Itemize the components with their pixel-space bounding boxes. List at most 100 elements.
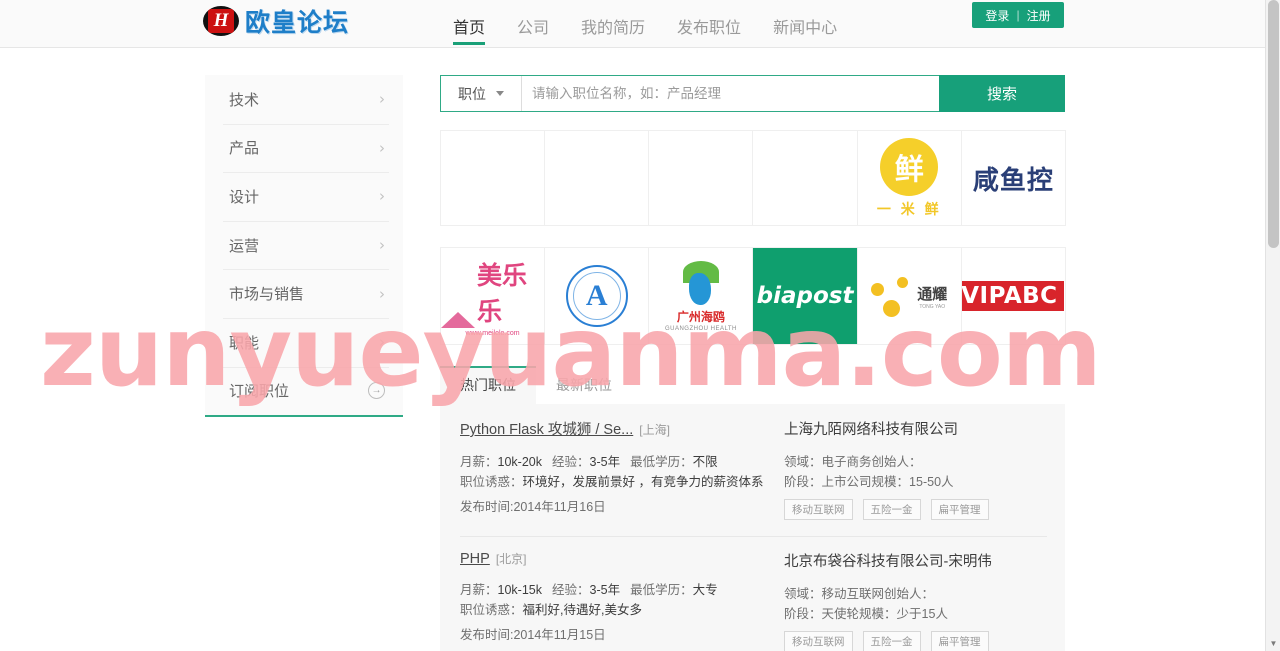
edu-key: 最低学历： (630, 455, 693, 469)
exp-value: 3-5年 (589, 455, 621, 469)
sidebar-item-label: 订阅职位 (229, 383, 290, 401)
sidebar-item-technology[interactable]: 技术 › (205, 75, 403, 124)
size-value: 15-50人 (909, 475, 954, 489)
nav-item-my-resume[interactable]: 我的简历 (565, 0, 661, 48)
logo-cell-xianyukong[interactable]: 咸鱼控 (960, 130, 1066, 226)
sidebar-item-marketing-sales[interactable]: 市场与销售 › (205, 269, 403, 318)
nav-item-home[interactable]: 首页 (437, 0, 501, 48)
tongyao-label-en: TONG YAO (919, 303, 946, 310)
edu-key: 最低学历： (630, 583, 693, 597)
job-post-date: 发布时间:2014年11月15日 (460, 628, 606, 642)
logo-cell-empty-2[interactable] (544, 130, 650, 226)
stage-key: 阶段： (784, 607, 822, 621)
chevron-right-icon: › (379, 236, 385, 255)
search-bar: 职位 搜索 (440, 75, 1065, 112)
tab-latest-jobs[interactable]: 最新职位 (536, 366, 632, 404)
exp-value: 3-5年 (589, 583, 621, 597)
logo-cell-yimixian[interactable]: 鲜 一 米 鲜 (856, 130, 962, 226)
sidebar-item-product[interactable]: 产品 › (205, 123, 403, 173)
chevron-right-icon: › (379, 333, 385, 352)
partner-logo-grid-row1: 鲜 一 米 鲜 咸鱼控 (440, 130, 1066, 226)
logo-cell-circle-a[interactable]: A (544, 247, 650, 345)
tongyao-label: 通耀 (917, 285, 948, 303)
sidebar-item-label: 运营 (229, 237, 260, 255)
field-value: 移动互联网 (821, 587, 885, 601)
job-salary-line: 月薪：10k-15k 经验：3-5年 最低学历：大专 职位诱惑：福利好,待遇好,美女… (460, 580, 774, 620)
size-key: 规模： (871, 475, 910, 489)
chevron-right-icon: › (379, 284, 385, 303)
field-key: 领域： (784, 587, 822, 601)
job-perk-line: 职位诱惑：福利好,待遇好,美女多 (460, 600, 774, 620)
logo-cell-biapost[interactable]: biapost (752, 247, 858, 345)
sidebar-item-label: 市场与销售 (229, 286, 305, 304)
logo-cell-meilele[interactable]: 美乐乐 www.meilele.com (440, 247, 546, 345)
company-name-link[interactable]: 北京布袋谷科技有限公司-宋明伟 (784, 550, 1047, 571)
category-sidebar: 技术 › 产品 › 设计 › 运营 › 市场与销售 › 职能 › 订阅职位 → (205, 75, 403, 418)
scrollbar-thumb[interactable] (1268, 0, 1279, 248)
search-button[interactable]: 搜索 (939, 75, 1065, 112)
job-city: [上海] (639, 423, 670, 437)
founder-key: 创始人： (884, 587, 935, 601)
site-logo[interactable]: H 欧皇论坛 (203, 3, 349, 39)
company-tags: 移动互联网 五险一金 扁平管理 (784, 631, 1047, 651)
auth-buttons[interactable]: 登录 | 注册 (972, 2, 1064, 28)
perk-key: 职位诱惑： (460, 603, 523, 617)
job-perk-line: 职位诱惑：环境好，发展前景好 ，有竞争力的薪资体系 (460, 472, 774, 492)
founder-key: 创始人： (871, 455, 922, 469)
bird-icon (677, 260, 725, 307)
logo-cell-guangzhou-health[interactable]: 广州海鸥 GUANGZHOU HEALTH (648, 247, 754, 345)
job-title-link[interactable]: PHP (460, 551, 490, 567)
perk-value: 环境好，发展前景好 ，有竞争力的薪资体系 (522, 475, 764, 489)
edu-value: 大专 (692, 583, 718, 597)
company-tag: 五险一金 (862, 631, 921, 651)
tab-hot-jobs[interactable]: 热门职位 (440, 366, 536, 404)
logo-cell-empty-3[interactable] (648, 130, 754, 226)
logo-cell-tongyao[interactable]: 通耀 TONG YAO (856, 247, 962, 345)
yimixian-label: 一 米 鲜 (876, 200, 942, 217)
arrow-right-circle-icon: → (368, 382, 385, 400)
field-key: 领域： (784, 455, 822, 469)
nav-item-news-center[interactable]: 新闻中心 (757, 0, 853, 48)
company-stage-line: 阶段：上市公司规模：15-50人 (784, 472, 1047, 492)
job-post-date: 发布时间:2014年11月16日 (460, 500, 606, 514)
job-title-link[interactable]: Python Flask 攻城狮 / Se... (460, 418, 633, 439)
job-row[interactable]: Python Flask 攻城狮 / Se... [上海] 月薪：10k-20k… (440, 404, 1065, 536)
health-label-en: GUANGZHOU HEALTH (664, 325, 737, 332)
page-scrollbar[interactable]: ▲ ▼ (1265, 0, 1280, 651)
sidebar-item-label: 设计 (229, 188, 260, 206)
sidebar-item-label: 技术 (229, 91, 260, 109)
sidebar-item-functions[interactable]: 职能 › (205, 317, 403, 367)
nav-item-post-job[interactable]: 发布职位 (661, 0, 757, 48)
exp-key: 经验： (552, 583, 590, 597)
company-tag: 移动互联网 (784, 631, 853, 651)
scroll-down-arrow-icon[interactable]: ▼ (1266, 636, 1280, 651)
logo-cell-empty-4[interactable] (752, 130, 858, 226)
search-input[interactable] (522, 76, 939, 111)
company-stage-line: 阶段：天使轮规模：少于15人 (784, 604, 1047, 624)
edu-value: 不限 (692, 455, 718, 469)
logo-cell-vipabc[interactable]: VIPABC .com (960, 247, 1066, 345)
site-header: H 欧皇论坛 首页 公司 我的简历 发布职位 新闻中心 登录 | 注册 (0, 0, 1280, 48)
search-category-select[interactable]: 职位 (441, 76, 522, 111)
job-salary-line: 月薪：10k-20k 经验：3-5年 最低学历：不限 职位诱惑：环境好，发展前景好 … (460, 452, 774, 492)
login-button[interactable]: 登录 (985, 7, 1009, 24)
company-name-link[interactable]: 上海九陌网络科技有限公司 (784, 418, 1047, 439)
vipabc-suffix: .com (1065, 292, 1066, 311)
job-details: Python Flask 攻城狮 / Se... [上海] 月薪：10k-20k… (460, 418, 774, 520)
sidebar-item-design[interactable]: 设计 › (205, 172, 403, 221)
company-tag: 移动互联网 (784, 499, 853, 520)
company-tags: 移动互联网 五险一金 扁平管理 (784, 499, 1047, 520)
logo-cell-empty-1[interactable] (440, 130, 546, 226)
size-key: 规模： (859, 607, 897, 621)
sidebar-item-operations[interactable]: 运营 › (205, 220, 403, 270)
job-list: Python Flask 攻城狮 / Se... [上海] 月薪：10k-20k… (440, 404, 1065, 651)
register-button[interactable]: 注册 (1027, 7, 1051, 24)
sidebar-item-subscribe-jobs[interactable]: 订阅职位 → (205, 366, 403, 416)
auth-separator: | (1016, 8, 1020, 22)
yimixian-mark: 鲜 (894, 151, 924, 186)
job-row[interactable]: PHP [北京] 月薪：10k-15k 经验：3-5年 最低学历：大专 职位诱惑：福… (440, 536, 1065, 651)
logo-text: 欧皇论坛 (245, 8, 350, 37)
job-details: PHP [北京] 月薪：10k-15k 经验：3-5年 最低学历：大专 职位诱惑：福… (460, 550, 774, 651)
nav-item-company[interactable]: 公司 (501, 0, 565, 48)
salary-key: 月薪： (460, 583, 498, 597)
